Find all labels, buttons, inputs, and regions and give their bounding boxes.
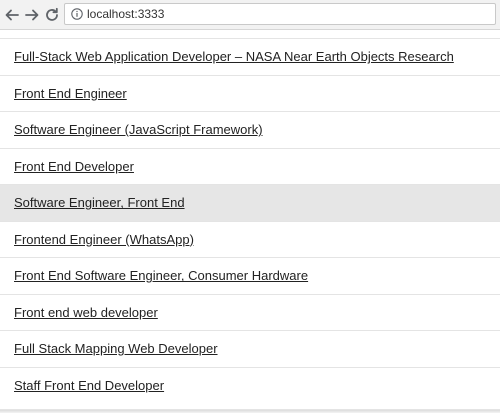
job-list-item: Front End Software Engineer, Consumer Ha… [0, 258, 500, 295]
job-list-item: Front End Developer [0, 149, 500, 185]
job-title-link[interactable]: Frontend Engineer (WhatsApp) [14, 232, 194, 247]
job-title-link[interactable]: Software Engineer, Front End [14, 195, 185, 210]
arrow-left-icon [5, 9, 19, 21]
job-list-item: Full Stack Mapping Web Developer [0, 331, 500, 368]
job-list-item: Staff Front End Developer [0, 368, 500, 405]
job-list-item: Software Engineer, Front End [0, 185, 500, 222]
job-title-link[interactable]: Front End Developer [14, 159, 134, 174]
job-title-link[interactable]: Software Engineer (JavaScript Framework) [14, 122, 263, 137]
job-list-container: Full-Stack Web Application Developer – N… [0, 38, 500, 410]
job-title-link[interactable]: Staff Front End Developer [14, 378, 164, 393]
job-list-item: Full-Stack Web Application Developer – N… [0, 39, 500, 76]
reload-icon [46, 7, 58, 21]
job-title-link[interactable]: Front End Software Engineer, Consumer Ha… [14, 268, 308, 283]
job-title-link[interactable]: Full-Stack Web Application Developer – N… [14, 49, 454, 64]
job-list-item: Software Engineer (JavaScript Framework) [0, 112, 500, 149]
url-text[interactable]: localhost:3333 [87, 6, 164, 22]
job-list: Full-Stack Web Application Developer – N… [0, 39, 500, 404]
forward-button[interactable] [23, 6, 41, 24]
job-title-link[interactable]: Full Stack Mapping Web Developer [14, 341, 218, 356]
arrow-right-icon [25, 9, 39, 21]
job-list-item: Front end web developer [0, 295, 500, 331]
job-title-link[interactable]: Front end web developer [14, 305, 158, 320]
browser-toolbar: localhost:3333 [0, 0, 500, 30]
info-circle-icon[interactable] [71, 8, 83, 20]
address-bar[interactable]: localhost:3333 [64, 3, 496, 25]
job-list-item: Frontend Engineer (WhatsApp) [0, 222, 500, 258]
back-button[interactable] [3, 6, 21, 24]
reload-button[interactable] [43, 6, 61, 24]
job-list-item: Front End Engineer [0, 76, 500, 112]
job-title-link[interactable]: Front End Engineer [14, 86, 127, 101]
